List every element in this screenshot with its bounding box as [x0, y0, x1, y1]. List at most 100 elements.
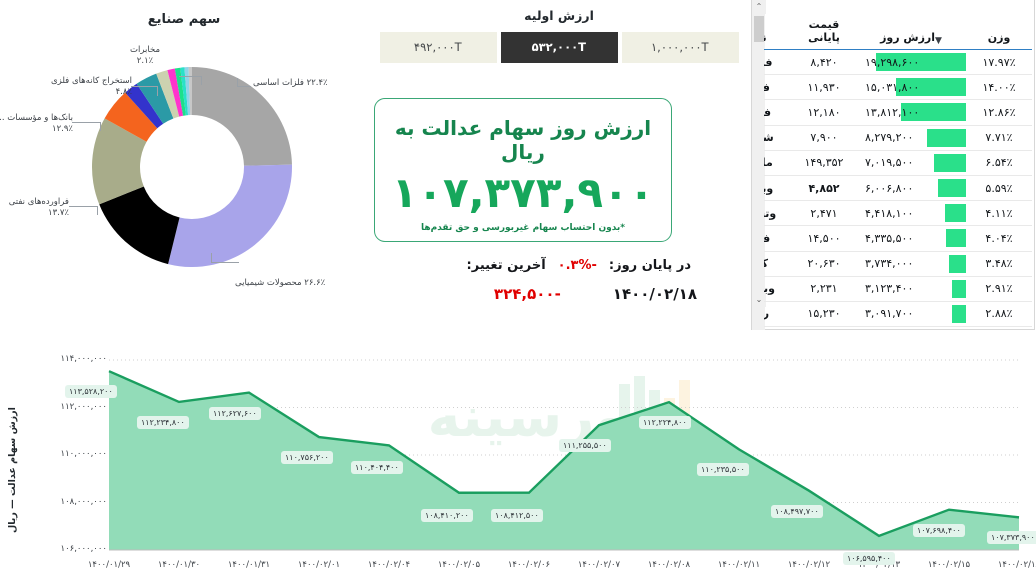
initial-value-option-532000[interactable]: ۵۳۲,۰۰۰T: [501, 32, 619, 63]
table-row[interactable]: ۴.۰۴٪ ۴,۳۳۵,۵۰۰ ۱۴,۵۰۰فخوز: [765, 225, 1033, 252]
cell-day-value-text: ۱۳,۸۱۲,۱۰۰: [866, 105, 921, 119]
cell-partial: ۹,۰۰۰: [789, 326, 861, 330]
cell-symbol[interactable]: شتران: [765, 125, 789, 151]
cell-close-price: ۱۴۹,۳۵۲: [789, 150, 861, 176]
table-row[interactable]: ۷.۷۱٪ ۸,۲۷۹,۲۰۰ ۷,۹۰۰شتران: [765, 125, 1033, 151]
cell-symbol[interactable]: کچاد: [765, 251, 789, 277]
x-axis-tick: ۱۴۰۰/۰۲/۱۱: [718, 560, 762, 570]
y-axis-tick: ۱۰۶,۰۰۰,۰۰۰: [61, 544, 109, 554]
cell-symbol[interactable]: فارس: [765, 49, 789, 76]
cell-partial: ۲,۹۰۰,۰۰۰: [861, 326, 967, 330]
chart-point-label: ۱۱۱,۲۵۵,۵۰۰: [560, 439, 612, 453]
donut-name-chemicals: محصولات شیمیایی: [236, 278, 303, 288]
chart-point-label: ۱۰۷,۳۷۳,۹۰۰: [988, 531, 1036, 545]
table-row[interactable]: ۲.۹۱٪ ۳,۱۲۳,۴۰۰ ۲,۲۳۱وبصادر: [765, 276, 1033, 302]
table-row[interactable]: ۳.۴۸٪ ۳,۷۳۴,۰۰۰ ۲۰,۶۳۰کچاد: [765, 251, 1033, 277]
last-change-label: آخرین تغییر:: [467, 258, 547, 273]
cell-symbol[interactable]: وبملت: [765, 175, 789, 202]
cell-symbol[interactable]: فملی: [765, 99, 789, 126]
table-row[interactable]: ۱۲.۸۶٪ ۱۳,۸۱۲,۱۰۰ ۱۲,۱۸۰فملی: [765, 99, 1033, 126]
col-header-symbol[interactable]: نماد: [765, 0, 789, 50]
cell-day-value-text: ۱۵,۰۳۱,۸۰۰: [866, 80, 921, 94]
cell-day-value-text: ۷,۰۱۹,۵۰۰: [866, 156, 915, 170]
cell-partial: وخارزم: [765, 326, 789, 330]
leader-line-banks: [73, 122, 101, 123]
change-summary-row-bottom: ۱۴۰۰/۰۲/۱۸ -۳۲۴,۵۰۰: [378, 285, 698, 303]
table-row-partial: ۲.۷۰٪۲,۹۰۰,۰۰۰۹,۰۰۰وخارزم: [765, 326, 1033, 330]
cell-day-value-text: ۴,۳۳۵,۵۰۰: [866, 231, 915, 245]
col-header-weight[interactable]: وزن: [967, 0, 1033, 50]
cell-close-price: ۲,۲۳۱: [789, 276, 861, 302]
cell-symbol[interactable]: مارون: [765, 150, 789, 176]
table-row[interactable]: ۱۷.۹۷٪ ۱۹,۲۹۸,۶۰۰ ۸,۴۲۰فارس: [765, 49, 1033, 76]
cell-day-value-text: ۳,۷۳۴,۰۰۰: [866, 257, 915, 271]
initial-value-options: ۱,۰۰۰,۰۰۰T ۵۳۲,۰۰۰T ۴۹۲,۰۰۰T: [375, 32, 745, 63]
chart-point-label: ۱۰۷,۶۹۸,۴۰۰: [914, 523, 966, 537]
cell-close-price: ۱۱,۹۳۰: [789, 74, 861, 101]
donut-pct-basic-metals: ۲۲.۴٪: [307, 78, 329, 88]
donut-pct-metal-ore-mining: ۴.۸٪: [116, 87, 133, 98]
value-bar: [949, 254, 967, 273]
current-value-title: ارزش روز سهام عدالت به ریال: [395, 116, 653, 164]
x-axis-tick: ۱۴۰۰/۰۲/۱۵: [928, 560, 972, 570]
cell-day-value-text: ۳,۱۲۳,۴۰۰: [866, 282, 915, 296]
cell-day-value: ۳,۷۳۴,۰۰۰: [861, 251, 967, 277]
table-row[interactable]: ۱۴.۰۰٪ ۱۵,۰۳۱,۸۰۰ ۱۱,۹۳۰فولاد: [765, 74, 1033, 101]
value-bar: [946, 204, 967, 223]
y-axis-tick: ۱۰۸,۰۰۰,۰۰۰: [61, 496, 109, 507]
leader-tick-metals: [238, 78, 239, 87]
initial-value-option-492000[interactable]: ۴۹۲,۰۰۰T: [380, 32, 498, 63]
value-bar: [947, 229, 967, 248]
col-header-close-price[interactable]: قیمت پایانی: [789, 0, 861, 50]
table-row[interactable]: ۴.۱۱٪ ۴,۴۱۸,۱۰۰ ۲,۴۷۱وتجارت: [765, 200, 1033, 227]
donut-segment-1[interactable]: [169, 164, 293, 267]
cell-symbol[interactable]: وبصادر: [765, 276, 789, 302]
change-summary: در پایان روز: -۰.۳% آخرین تغییر: ۱۴۰۰/۰۲…: [378, 258, 698, 328]
cell-symbol[interactable]: فولاد: [765, 74, 789, 101]
donut-label-metal-ore-mining: استخراج کانه‌های فلزی ۴.۸٪: [43, 76, 133, 99]
donut-name-banks: بانک‌ها و مؤسسات ...: [0, 113, 74, 123]
donut-name-metal-ore-mining: استخراج کانه‌های فلزی: [52, 76, 133, 86]
table-row[interactable]: ۵.۵۹٪ ۶,۰۰۶,۸۰۰ ۴,۸۵۲وبملت: [765, 175, 1033, 202]
x-axis-tick: ۱۴۰۰/۰۲/۰۷: [578, 560, 622, 570]
symbols-table-scrollbar[interactable]: ⌃ ⌄: [752, 0, 767, 330]
cell-day-value-text: ۸,۲۷۹,۲۰۰: [866, 131, 915, 145]
leader-tick-oil: [98, 206, 99, 215]
current-value-amount: ۱۰۷,۳۷۳,۹۰۰: [392, 168, 656, 217]
cell-day-value: ۳,۱۲۳,۴۰۰: [861, 276, 967, 302]
x-axis-tick: ۱۴۰۰/۰۲/۰۸: [648, 560, 692, 570]
cell-close-price: ۱۴,۵۰۰: [789, 225, 861, 252]
col-header-day-value[interactable]: ▼ارزش روز: [861, 0, 967, 50]
chart-point-label: ۱۱۳,۵۲۸,۲۰۰: [66, 385, 118, 399]
chart-point-label: ۱۰۸,۴۹۷,۷۰۰: [772, 504, 824, 518]
end-of-day-label: در پایان روز:: [609, 258, 692, 273]
donut-label-oil-products: فراورده‌های نفتی ۱۳.۷٪: [0, 197, 70, 220]
chart-point-label: ۱۰۸,۴۱۰,۲۰۰: [422, 508, 474, 522]
cell-close-price: ۱۵,۲۳۰: [789, 301, 861, 328]
y-axis-tick: ۱۱۰,۰۰۰,۰۰۰: [61, 449, 109, 459]
leader-line-telecom: [180, 76, 202, 77]
value-bar: [952, 304, 967, 323]
cell-partial: ۲.۷۰٪: [967, 326, 1033, 330]
x-axis-tick: ۱۴۰۰/۰۲/۱۸: [998, 560, 1036, 570]
chart-svg: [109, 359, 1021, 551]
cell-day-value: ۳,۰۹۱,۷۰۰: [861, 301, 967, 328]
x-axis-tick: ۱۴۰۰/۰۲/۱۲: [788, 560, 832, 570]
scrollbar-thumb[interactable]: [755, 16, 765, 42]
cell-symbol[interactable]: فخوز: [765, 225, 789, 252]
table-row[interactable]: ۶.۵۴٪ ۷,۰۱۹,۵۰۰ ۱۴۹,۳۵۲مارون: [765, 150, 1033, 176]
leader-tick-banks: [101, 122, 102, 131]
cell-day-value: ۱۹,۲۹۸,۶۰۰: [861, 49, 967, 76]
cell-close-price: ۱۲,۱۸۰: [789, 99, 861, 126]
cell-symbol[interactable]: وتجارت: [765, 200, 789, 227]
cell-weight: ۴.۰۴٪: [967, 225, 1033, 252]
last-change-percent: -۰.۳%: [558, 258, 598, 273]
cell-day-value-text: ۳,۰۹۱,۷۰۰: [866, 307, 915, 321]
table-row[interactable]: ۲.۸۸٪ ۳,۰۹۱,۷۰۰ ۱۵,۲۳۰رمپنا: [765, 301, 1033, 328]
cell-symbol[interactable]: رمپنا: [765, 301, 789, 328]
initial-value-option-1000000[interactable]: ۱,۰۰۰,۰۰۰T: [622, 32, 740, 63]
chart-point-label: ۱۱۲,۶۲۷,۶۰۰: [210, 406, 262, 420]
cell-weight: ۲.۹۱٪: [967, 276, 1033, 302]
x-axis-tick: ۱۴۰۰/۰۲/۰۴: [368, 560, 412, 570]
donut-name-basic-metals: فلزات اساسی: [254, 78, 305, 88]
